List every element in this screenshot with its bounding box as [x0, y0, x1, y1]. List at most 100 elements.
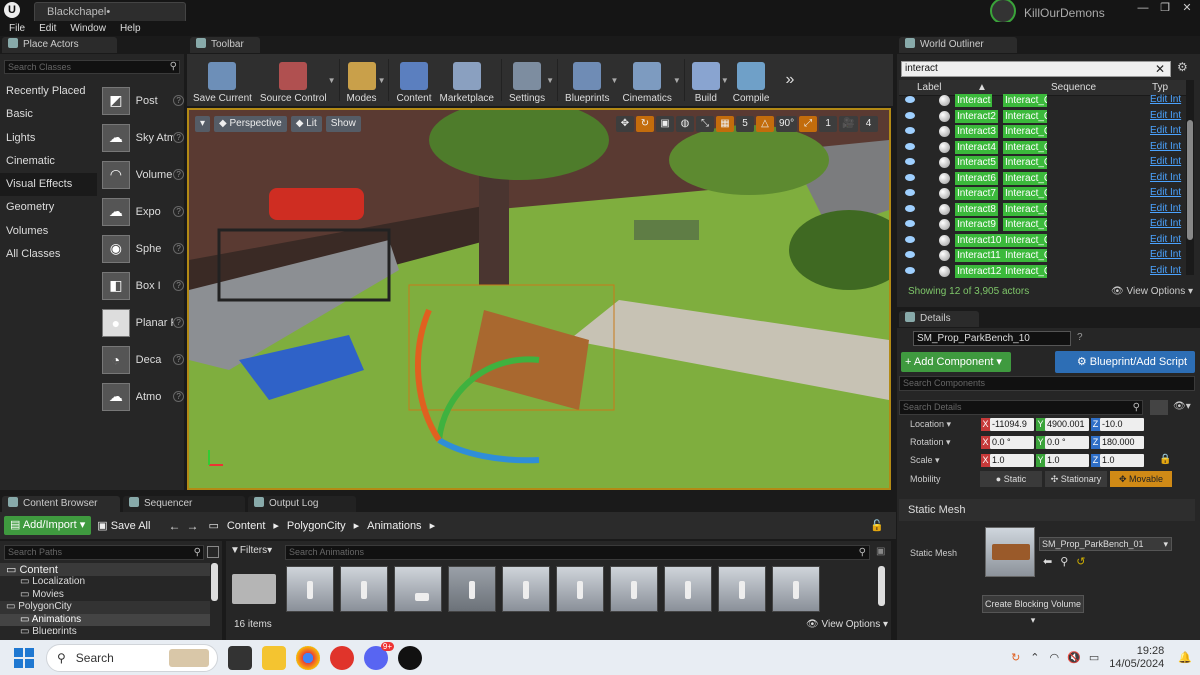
list-item[interactable]: ◉ Sphe?: [100, 230, 184, 267]
animation-asset[interactable]: [340, 566, 388, 612]
chevron-down-icon[interactable]: ▼: [721, 76, 729, 85]
tab-sequencer[interactable]: Sequencer: [123, 495, 245, 512]
help-icon[interactable]: ?: [173, 354, 184, 365]
taskbar-search[interactable]: ⚲ Search: [46, 643, 218, 672]
tree-item-polygoncity[interactable]: ▭ PolygonCity: [0, 601, 210, 614]
save-search-icon[interactable]: ▣: [876, 546, 885, 557]
scale-x[interactable]: 1.0: [990, 454, 1034, 467]
table-row[interactable]: Interact12 Interact_C Edit Int: [899, 264, 1189, 280]
visibility-eye-icon[interactable]: [905, 235, 915, 243]
column-type[interactable]: Typ: [1152, 82, 1168, 93]
help-icon[interactable]: ?: [173, 317, 184, 328]
rotate-icon[interactable]: ↻: [636, 116, 654, 132]
location-x[interactable]: -11094.9: [990, 418, 1034, 431]
tab-details[interactable]: Details: [899, 311, 979, 327]
static-mesh-dropdown[interactable]: SM_Prop_ParkBench_01 ▾: [1039, 537, 1172, 551]
animation-asset[interactable]: [664, 566, 712, 612]
show-button[interactable]: Show: [325, 116, 361, 132]
toolbar-overflow-icon[interactable]: »: [785, 71, 794, 89]
modes-button[interactable]: Modes: [343, 56, 381, 104]
tab-content-browser[interactable]: Content Browser: [2, 495, 120, 512]
tab-toolbar[interactable]: Toolbar: [190, 37, 260, 53]
use-selected-icon[interactable]: ⬅: [1043, 555, 1052, 568]
reset-icon[interactable]: ↺: [1076, 555, 1085, 568]
list-item[interactable]: ● Planar F?: [100, 304, 184, 341]
list-item[interactable]: ☁ Atmo?: [100, 378, 184, 415]
forward-icon[interactable]: →: [186, 519, 198, 533]
static-mesh-section-header[interactable]: Static Mesh: [899, 499, 1195, 521]
table-row[interactable]: Interact2 Interact_C Edit Int: [899, 109, 1189, 125]
chevron-down-icon[interactable]: ▼: [378, 76, 386, 85]
tree-item-content[interactable]: ▭ Content: [0, 563, 210, 576]
row-type-link[interactable]: Edit Int: [1150, 156, 1184, 167]
content-button[interactable]: Content: [392, 56, 435, 104]
save-all-button[interactable]: ▣ Save All: [97, 519, 150, 532]
animation-asset[interactable]: [448, 566, 496, 612]
add-component-button[interactable]: + Add Component ▾: [901, 352, 1011, 372]
table-row[interactable]: Interact5 Interact_C Edit Int: [899, 155, 1189, 171]
chevron-down-icon[interactable]: ▼: [546, 76, 554, 85]
row-type-link[interactable]: Edit Int: [1150, 110, 1184, 121]
row-type-link[interactable]: Edit Int: [1150, 218, 1184, 229]
rotation-z[interactable]: 180.000: [1100, 436, 1144, 449]
lit-button[interactable]: ◆ Lit: [290, 116, 322, 132]
visibility-eye-icon[interactable]: [905, 96, 915, 103]
discord-icon[interactable]: 9+: [364, 641, 394, 670]
outliner-search-input[interactable]: interact ✕: [901, 61, 1171, 77]
lock-icon[interactable]: 🔒: [1159, 454, 1171, 465]
breadcrumb-polygoncity[interactable]: PolygonCity: [287, 520, 346, 532]
visibility-eye-icon[interactable]: [905, 173, 915, 181]
build-button[interactable]: Build: [688, 56, 724, 104]
row-type-link[interactable]: Edit Int: [1150, 141, 1184, 152]
search-components-input[interactable]: Search Components: [899, 376, 1195, 391]
help-icon[interactable]: ?: [173, 280, 184, 291]
visibility-eye-icon[interactable]: [905, 127, 915, 134]
chrome-icon[interactable]: [296, 645, 320, 670]
static-mesh-thumbnail[interactable]: [985, 527, 1035, 577]
table-row[interactable]: Interact7 Interact_C Edit Int: [899, 186, 1189, 202]
headphones-app-icon[interactable]: [330, 645, 354, 670]
compile-button[interactable]: Compile: [729, 56, 774, 104]
tree-item-localization[interactable]: ▭ Localization: [0, 576, 210, 589]
help-icon[interactable]: ?: [173, 206, 184, 217]
table-row[interactable]: Interact8 Interact_C Edit Int: [899, 202, 1189, 218]
visibility-eye-icon[interactable]: [905, 158, 915, 165]
tree-scrollbar[interactable]: [211, 563, 218, 601]
table-row[interactable]: Interact4 Interact_C Edit Int: [899, 140, 1189, 156]
camera-speed-value[interactable]: 4: [859, 116, 878, 132]
location-y[interactable]: 4900.001: [1045, 418, 1089, 431]
wifi-icon[interactable]: ◠: [1050, 651, 1060, 664]
viewport-scene[interactable]: [189, 110, 889, 488]
menu-edit[interactable]: Edit: [32, 22, 63, 36]
save-current-button[interactable]: Save Current: [189, 56, 256, 104]
tree-item-animations[interactable]: ▭ Animations: [0, 613, 210, 626]
list-item[interactable]: ◠ Volume?: [100, 156, 184, 193]
translate-icon[interactable]: ✥: [616, 116, 634, 132]
refresh-icon[interactable]: ↻: [1011, 651, 1020, 664]
breadcrumb-content[interactable]: Content: [227, 520, 266, 532]
close-icon[interactable]: ✕: [1176, 1, 1198, 15]
visibility-eye-icon[interactable]: [905, 204, 915, 212]
help-icon[interactable]: ?: [173, 95, 184, 106]
visibility-eye-icon[interactable]: 👁▾: [1173, 401, 1191, 412]
scale-z[interactable]: 1.0: [1100, 454, 1144, 467]
row-type-link[interactable]: Edit Int: [1150, 234, 1184, 245]
surface-snap-icon[interactable]: ⤡: [696, 116, 714, 132]
scale-label[interactable]: Scale ▾: [910, 455, 940, 466]
visibility-eye-icon[interactable]: [905, 251, 915, 258]
category-cinematic[interactable]: Cinematic: [0, 150, 97, 173]
clock[interactable]: 19:28 14/05/2024: [1109, 645, 1164, 671]
table-row[interactable]: Interact6 Interact_C Edit Int: [899, 171, 1189, 187]
help-icon[interactable]: ?: [173, 391, 184, 402]
menu-window[interactable]: Window: [63, 22, 113, 36]
settings-button[interactable]: Settings: [505, 56, 549, 104]
rotation-y[interactable]: 0.0 °: [1045, 436, 1089, 449]
unreal-engine-icon[interactable]: [398, 645, 422, 670]
table-row[interactable]: Interact3 Interact_C Edit Int: [899, 124, 1189, 140]
outliner-scrollbar[interactable]: [1186, 80, 1194, 275]
row-type-link[interactable]: Edit Int: [1150, 203, 1184, 214]
table-row[interactable]: Interact9 Interact_C Edit Int: [899, 217, 1189, 233]
outliner-settings-icon[interactable]: ⚙: [1177, 60, 1193, 76]
task-view-icon[interactable]: [228, 645, 252, 670]
table-row[interactable]: Interact11 Interact_C Edit Int: [899, 248, 1189, 264]
